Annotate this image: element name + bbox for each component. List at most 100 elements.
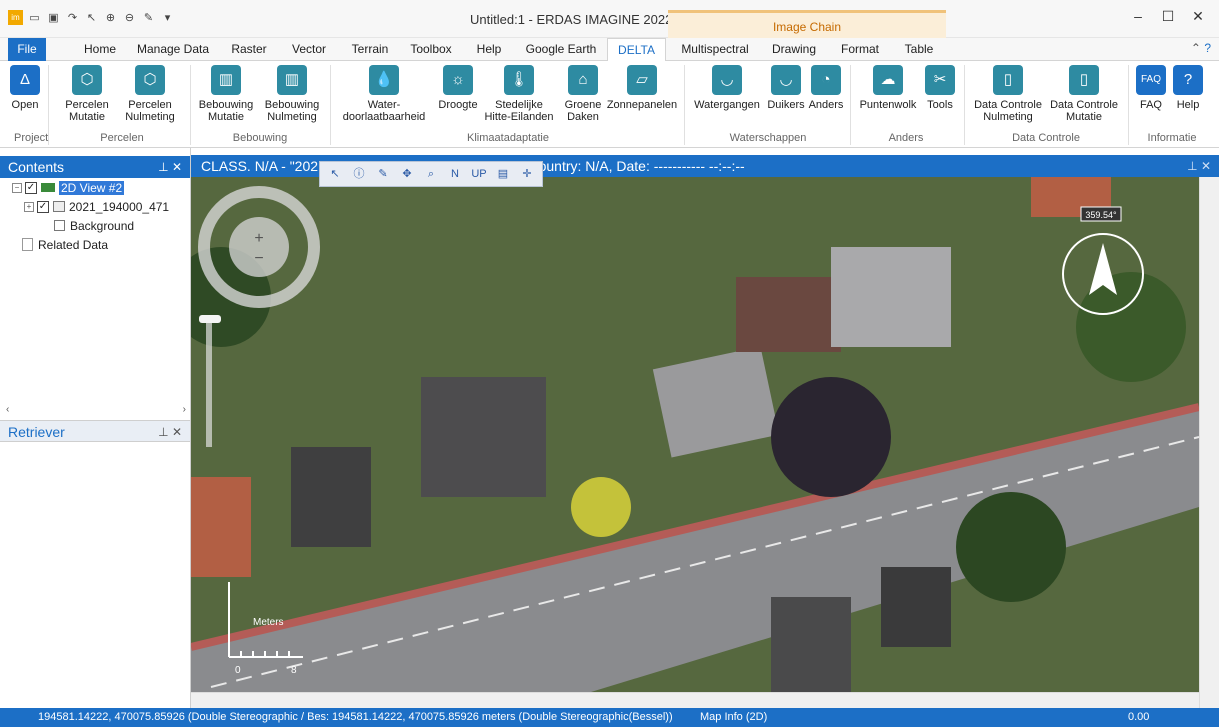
- anders-waterschappen-button[interactable]: ◔ Anders: [808, 65, 844, 111]
- contents-scrollbar[interactable]: ‹ ›: [6, 404, 186, 416]
- tab-drawing[interactable]: Drawing: [768, 38, 820, 61]
- zoom-slider[interactable]: [206, 317, 212, 447]
- water-drop-icon: 💧: [369, 65, 399, 95]
- collapse-icon[interactable]: −: [12, 182, 22, 193]
- pen-icon[interactable]: ✎: [141, 10, 156, 25]
- tools-button[interactable]: ✂ Tools: [924, 65, 956, 111]
- pan-icon[interactable]: ✥: [396, 165, 418, 183]
- tab-vector[interactable]: Vector: [285, 38, 333, 61]
- drought-icon: ☼: [443, 65, 473, 95]
- maximize-button[interactable]: ☐: [1153, 8, 1183, 28]
- data-controle-mutatie-button[interactable]: ▯ Data Controle Mutatie: [1046, 65, 1122, 123]
- tab-multispectral[interactable]: Multispectral: [675, 38, 755, 61]
- data-controle-nulmeting-button[interactable]: ▯ Data Controle Nulmeting: [970, 65, 1046, 123]
- building: [771, 597, 851, 692]
- background-icon: [54, 220, 65, 231]
- title-bar: im ▭ ▣ ↷ ↖ ⊕ ⊖ ✎ ▾ Untitled:1 - ERDAS IM…: [0, 0, 1219, 38]
- status-value: 0.00: [1128, 711, 1150, 723]
- bebouwing-nulmeting-button[interactable]: ▥ Bebouwing Nulmeting: [260, 65, 324, 123]
- aerial-image[interactable]: + − 359.54° Meters 0 8: [191, 177, 1199, 692]
- select-icon[interactable]: ↖: [324, 165, 346, 183]
- tab-toolbox[interactable]: Toolbox: [405, 38, 457, 61]
- minimize-button[interactable]: –: [1123, 8, 1153, 28]
- building: [831, 247, 951, 347]
- gauge-icon: ◔: [811, 65, 841, 95]
- faq-button[interactable]: FAQ FAQ: [1136, 65, 1166, 111]
- tab-delta[interactable]: DELTA: [607, 38, 666, 62]
- zoom-control[interactable]: [229, 217, 289, 277]
- customize-icon[interactable]: ▾: [160, 10, 175, 25]
- svg-text:−: −: [254, 250, 263, 267]
- tab-format[interactable]: Format: [838, 38, 882, 61]
- zoom-in-icon[interactable]: ⊕: [103, 10, 118, 25]
- zoom-icon[interactable]: ⌕: [420, 165, 442, 183]
- water-channel-icon: ◡: [712, 65, 742, 95]
- open-button[interactable]: Δ Open: [10, 65, 40, 111]
- tab-help[interactable]: Help: [472, 38, 506, 61]
- pin-close-icons[interactable]: ⊥ ✕: [158, 421, 182, 443]
- bebouwing-mutatie-button[interactable]: ▥ Bebouwing Mutatie: [196, 65, 256, 123]
- watergangen-button[interactable]: ◡ Watergangen: [690, 65, 764, 111]
- tab-manage-data[interactable]: Manage Data: [135, 38, 211, 61]
- app-icon[interactable]: im: [8, 10, 23, 25]
- tab-google-earth[interactable]: Google Earth: [523, 38, 599, 61]
- tree-item-background[interactable]: Background: [12, 216, 169, 235]
- tree-item-related-data[interactable]: Related Data: [12, 235, 169, 254]
- percelen-nulmeting-button[interactable]: ⬡ Percelen Nulmeting: [118, 65, 182, 123]
- pin-close-icons[interactable]: ⊥ ✕: [158, 156, 182, 178]
- folder-icon[interactable]: ▭: [27, 10, 42, 25]
- map-vertical-scrollbar[interactable]: [1199, 177, 1219, 708]
- map-horizontal-scrollbar[interactable]: [191, 692, 1199, 708]
- ribbon-collapse-help[interactable]: ⌃ ?: [1191, 41, 1211, 55]
- tab-file[interactable]: File: [8, 38, 46, 61]
- tab-terrain[interactable]: Terrain: [345, 38, 395, 61]
- select-icon[interactable]: ↖: [84, 10, 99, 25]
- clipboard-icon: ▯: [1069, 65, 1099, 95]
- crosshair-icon[interactable]: ✛: [516, 165, 538, 183]
- page-icon: [22, 238, 33, 251]
- waterdoorlaatbaarheid-button[interactable]: 💧 Water-doorlaatbaarheid: [338, 65, 430, 123]
- quick-access-toolbar: im ▭ ▣ ↷ ↖ ⊕ ⊖ ✎ ▾: [8, 10, 175, 25]
- up-icon[interactable]: UP: [468, 165, 490, 183]
- status-map-info: Map Info (2D): [700, 711, 768, 723]
- view-window-controls[interactable]: ⊥ ✕: [1187, 155, 1211, 177]
- save-icon[interactable]: ▣: [46, 10, 61, 25]
- puntenwolk-button[interactable]: ☁ Puntenwolk: [856, 65, 920, 111]
- building: [191, 477, 251, 577]
- zonnepanelen-button[interactable]: ▱ Zonnepanelen: [606, 65, 678, 111]
- zoom-out-icon[interactable]: ⊖: [122, 10, 137, 25]
- percelen-mutatie-button[interactable]: ⬡ Percelen Mutatie: [62, 65, 112, 123]
- info-icon[interactable]: ⓘ: [348, 165, 370, 183]
- left-panels: Contents ⊥ ✕ − ✓ 2D View #2 + ✓ 2021_194000_…: [0, 148, 191, 708]
- expand-icon[interactable]: +: [24, 201, 34, 212]
- group-label: Klimaatadaptatie: [467, 132, 549, 144]
- checkbox[interactable]: ✓: [37, 200, 49, 213]
- pen-icon[interactable]: ✎: [372, 165, 394, 183]
- tree-item-layer[interactable]: + ✓ 2021_194000_471: [12, 197, 169, 216]
- building-icon: ▥: [211, 65, 241, 95]
- checkbox[interactable]: ✓: [25, 181, 37, 194]
- retriever-panel-header: Retriever ⊥ ✕: [0, 420, 190, 442]
- building: [881, 567, 951, 647]
- scale-tick: 0: [235, 665, 241, 676]
- tab-raster[interactable]: Raster: [226, 38, 272, 61]
- tab-home[interactable]: Home: [78, 38, 122, 61]
- droogte-button[interactable]: ☼ Droogte: [436, 65, 480, 111]
- status-map-coordinates: 194581.14222, 470075.85926 meters (Doubl…: [332, 711, 673, 723]
- layer-icon[interactable]: ▤: [492, 165, 514, 183]
- groene-daken-button[interactable]: ⌂ Groene Daken: [560, 65, 606, 123]
- duikers-button[interactable]: ◡ Duikers: [766, 65, 806, 111]
- close-button[interactable]: ✕: [1183, 8, 1213, 28]
- help-button[interactable]: ? Help: [1172, 65, 1204, 111]
- tab-table[interactable]: Table: [900, 38, 938, 61]
- group-label: Data Controle: [1012, 132, 1080, 144]
- north-icon[interactable]: N: [444, 165, 466, 183]
- redo-icon[interactable]: ↷: [65, 10, 80, 25]
- tree-item-view[interactable]: − ✓ 2D View #2: [12, 178, 169, 197]
- tree: [571, 477, 631, 537]
- zoom-slider-thumb[interactable]: [199, 315, 221, 323]
- stedelijke-hitte-eilanden-button[interactable]: 🌡 Stedelijke Hitte-Eilanden: [484, 65, 554, 123]
- tennis-court: [736, 277, 841, 352]
- erdas-window: im ▭ ▣ ↷ ↖ ⊕ ⊖ ✎ ▾ Untitled:1 - ERDAS IM…: [0, 0, 1219, 727]
- open-icon: Δ: [10, 65, 40, 95]
